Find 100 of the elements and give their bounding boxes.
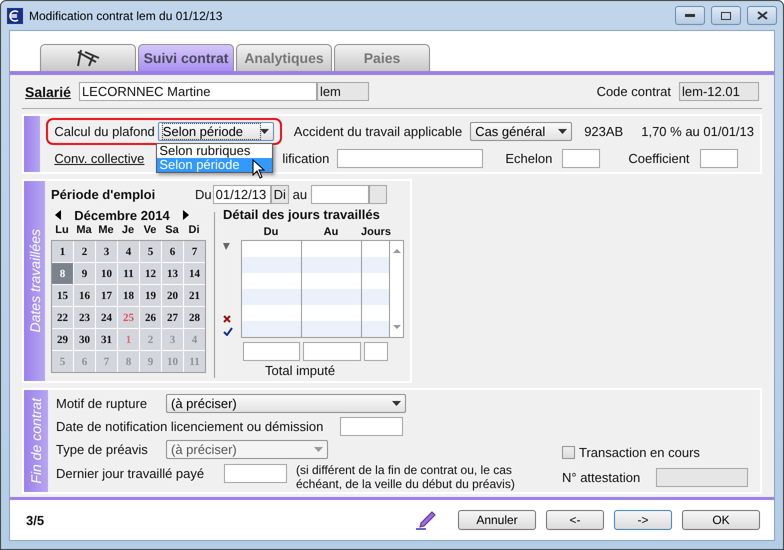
tab[interactable]: Suivi contrat	[138, 44, 234, 71]
calendar-day[interactable]: 26	[140, 307, 161, 328]
calendar-day[interactable]: 30	[74, 329, 95, 350]
weekday-label: Je	[120, 224, 136, 238]
calendar-day[interactable]: 14	[184, 263, 205, 284]
rate-text: 1,70 % au 01/01/13	[641, 124, 754, 139]
coefficient-label: Coefficient	[628, 150, 690, 166]
calendar-day[interactable]: 19	[140, 285, 161, 306]
calendar-day[interactable]: 17	[96, 285, 117, 306]
calendar-day[interactable]: 8	[52, 263, 73, 284]
scroll-up-icon[interactable]	[392, 249, 400, 253]
calendar-day[interactable]: 9	[74, 263, 95, 284]
echelon-field[interactable]	[562, 148, 600, 168]
weekday-label: Ma	[75, 224, 93, 238]
calendar-day[interactable]: 31	[96, 329, 117, 350]
notice-date-label: Date de notification licenciement ou démission	[56, 419, 324, 434]
pencil-icon[interactable]	[416, 510, 436, 530]
calendar-day[interactable]: 24	[96, 307, 117, 328]
notice-date-field[interactable]	[340, 417, 403, 436]
transaction-checkbox[interactable]	[562, 446, 575, 458]
employee-code-field[interactable]: lem	[316, 82, 369, 101]
footer-button[interactable]: ->	[614, 510, 672, 530]
dropdown-option[interactable]: Selon rubriques	[157, 144, 272, 158]
calendar-day[interactable]: 29	[52, 329, 73, 350]
tab[interactable]	[40, 44, 136, 71]
start-date-field[interactable]: 01/12/13	[212, 185, 271, 204]
caret-icon	[392, 401, 401, 406]
total-from-field[interactable]	[243, 342, 300, 361]
calendar-day[interactable]: 16	[74, 285, 95, 306]
calendar-day[interactable]: 6	[162, 241, 183, 262]
close-icon	[756, 11, 768, 20]
table-row[interactable]	[242, 321, 390, 337]
calendar-day[interactable]: 3	[96, 241, 117, 262]
calendar-day[interactable]: 5	[140, 241, 161, 262]
calendar-day[interactable]: 10	[96, 263, 117, 284]
ceiling-select[interactable]: Selon période	[158, 122, 274, 141]
calendar-day[interactable]: 21	[184, 285, 205, 306]
calendar-day[interactable]: 12	[140, 263, 161, 284]
maximize-icon	[721, 12, 731, 20]
total-to-field[interactable]	[303, 342, 361, 361]
scroll-down-icon[interactable]	[392, 325, 400, 329]
section-title: Fin de contrat	[28, 398, 44, 484]
employee-link[interactable]: Salarié	[25, 84, 71, 100]
previous-month-icon[interactable]	[55, 210, 61, 220]
deck-chair-icon	[75, 48, 101, 68]
reason-select[interactable]: (à préciser)	[166, 394, 406, 413]
reason-label: Motif de rupture	[56, 396, 148, 411]
checkmark-icon[interactable]	[223, 327, 233, 336]
contract-code-field[interactable]: lem-12.01	[679, 82, 759, 101]
caret-icon	[558, 129, 568, 134]
calendar-day[interactable]: 4	[118, 241, 139, 262]
section-stripe	[24, 116, 40, 172]
table-row[interactable]	[242, 257, 390, 273]
qualification-field[interactable]	[337, 148, 484, 168]
weekday-label: Ve	[142, 224, 158, 238]
minimize-icon	[685, 14, 695, 17]
calendar-day[interactable]: 22	[52, 307, 73, 328]
close-button[interactable]	[747, 6, 777, 25]
total-label: Total imputé	[264, 363, 336, 378]
footer-button[interactable]: Annuler	[458, 510, 536, 530]
table-row[interactable]	[242, 289, 390, 305]
employee-name-field[interactable]: LECORNNEC Martine	[78, 82, 317, 101]
end-date-field[interactable]	[311, 185, 370, 204]
footer-button[interactable]: OK	[682, 510, 760, 530]
row-pointer-icon	[223, 243, 230, 250]
caret-icon	[260, 129, 269, 134]
attestation-label: N° attestation	[562, 470, 640, 484]
minimize-button[interactable]	[675, 6, 705, 25]
calendar-day[interactable]: 15	[52, 285, 73, 306]
detail-title: Détail des jours travaillés	[223, 206, 381, 224]
qualification-label: lification	[282, 150, 330, 166]
calendar-day[interactable]: 11	[118, 263, 139, 284]
echelon-label: Echelon	[505, 150, 552, 166]
page-counter: 3/5	[26, 512, 46, 528]
agreement-link[interactable]: Conv. collective	[54, 150, 144, 166]
column-header: Jours	[361, 226, 389, 238]
delete-icon[interactable]	[223, 315, 231, 323]
total-days-field[interactable]	[364, 342, 388, 361]
risk-code: 923AB	[584, 124, 624, 139]
accident-select[interactable]: Cas général	[470, 122, 572, 141]
coefficient-field[interactable]	[700, 148, 738, 168]
weekday-label: Lu	[54, 224, 70, 238]
footer-button[interactable]: <-	[546, 510, 604, 530]
last-day-field[interactable]	[224, 464, 287, 483]
calendar-day[interactable]: 18	[118, 285, 139, 306]
calendar-day[interactable]: 20	[162, 285, 183, 306]
calendar-day[interactable]: 7	[184, 241, 205, 262]
next-month-icon[interactable]	[183, 210, 189, 220]
attestation-field[interactable]	[656, 468, 748, 486]
calendar-day[interactable]: 28	[184, 307, 205, 328]
transaction-label: Transaction en cours	[579, 444, 700, 460]
end-day-field	[369, 185, 388, 204]
period-label: Période d'emploi	[51, 187, 156, 202]
notice-type-label: Type de préavis	[56, 442, 149, 457]
calendar-day[interactable]: 1	[52, 241, 73, 262]
calendar-day[interactable]: 2	[74, 241, 95, 262]
calendar-day[interactable]: 23	[74, 307, 95, 328]
calendar-day[interactable]: 27	[162, 307, 183, 328]
calendar-day[interactable]: 13	[162, 263, 183, 284]
maximize-button[interactable]	[711, 6, 741, 25]
